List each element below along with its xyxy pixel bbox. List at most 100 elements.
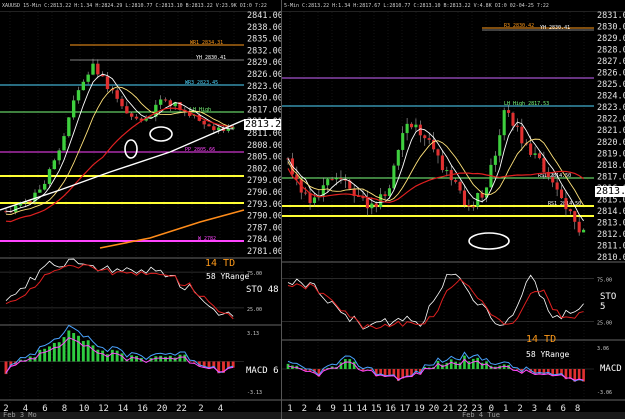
y-tick-label: 2838.00 (247, 23, 281, 33)
candle-body (38, 189, 42, 193)
candle-body (515, 125, 519, 127)
candle-body (129, 113, 134, 117)
y-tick-label: 2820.00 (247, 94, 281, 104)
level-label: WR1 2834.31 (190, 40, 223, 46)
candle-body (312, 197, 317, 203)
candle-body (423, 135, 427, 139)
level-label: YH 2830.41 (540, 25, 570, 31)
y-tick-label: 2827.00 (597, 57, 625, 67)
y-tick-label: 2825.00 (597, 80, 625, 90)
candle-body (511, 112, 515, 126)
scrollbar (0, 412, 281, 419)
candle-body (520, 126, 524, 144)
y-tick-label: 2805.00 (247, 153, 281, 163)
candle-body (529, 143, 533, 155)
candle-body (458, 181, 462, 191)
chart-pane-15min[interactable]: XAUUSD 15-Min C:2813.22 H:1.34 H:2824.29… (0, 0, 289, 419)
y-tick-label: 2823.00 (247, 82, 281, 92)
candle-body (207, 124, 211, 127)
candle-body (62, 136, 66, 151)
candle-body (440, 155, 444, 171)
candle-body (115, 90, 119, 99)
stoch-name: STO (600, 292, 617, 302)
candle-body (401, 133, 405, 150)
candle-body (498, 135, 502, 156)
y-tick-label: 2813.00 (597, 218, 625, 228)
candle-body (81, 81, 86, 91)
level-label: RS1 2814.50 (538, 173, 571, 179)
candle-body (383, 194, 387, 196)
yrange-label: 58 YRange (206, 272, 250, 281)
level-label: LH High 2817.53 (504, 101, 549, 107)
y-tick-label: 2826.00 (597, 69, 625, 79)
candle-body (304, 192, 308, 194)
candle-body (502, 110, 506, 136)
macd-label: MACD 6 (246, 366, 279, 376)
x-caption: Feb 4 Tue (462, 411, 500, 419)
y-tick-label: 2822.00 (597, 115, 625, 125)
macd-tick-label: -3.13 (247, 390, 262, 396)
stoch-name: STO (246, 285, 263, 295)
scrollbar (282, 412, 625, 419)
macd-tick-label: 3.06 (597, 346, 609, 352)
y-tick-label: 2819.00 (597, 149, 625, 159)
y-tick-label: 2808.00 (247, 141, 281, 151)
candle-body (573, 211, 577, 222)
stoch-value: 48 (267, 285, 279, 295)
y-tick-label: 2790.00 (247, 212, 281, 222)
candle-body (414, 124, 418, 128)
candle-body (71, 100, 76, 118)
candle-body (559, 189, 564, 199)
candle-body (105, 76, 110, 90)
candle-body (125, 106, 129, 114)
candle-body (533, 153, 537, 155)
chart-pane-5min[interactable]: 5-Min C:2813.22 H:1.34 H:2817.67 L:2810.… (281, 0, 625, 419)
level-label: R3 2830.42 (504, 23, 534, 29)
candle-body (163, 99, 168, 101)
candle-body (396, 149, 400, 166)
candle-body (537, 153, 542, 159)
y-tick-label: 2820.00 (597, 138, 625, 148)
level-label: PP 2805.66 (185, 147, 215, 153)
candle-body (339, 178, 343, 180)
y-tick-label: 2802.00 (247, 164, 281, 174)
candle-body (158, 99, 163, 105)
stoch-tick-label: 75.00 (597, 278, 612, 284)
candle-body (542, 158, 546, 172)
y-tick-label: 2826.00 (247, 70, 281, 80)
y-tick-label: 2787.00 (247, 223, 281, 233)
macd-tick-label: -3.06 (597, 390, 612, 396)
macd-label: MACD (600, 364, 622, 374)
candle-body (582, 229, 586, 233)
yrange-label: 58 YRange (526, 350, 570, 359)
y-tick-label: 2817.00 (597, 172, 625, 182)
y-tick-label: 2835.00 (247, 35, 281, 45)
candle-body (462, 190, 467, 206)
candle-body (202, 120, 206, 125)
y-tick-label: 2817.00 (247, 105, 281, 115)
candle-body (555, 182, 559, 190)
y-tick-label: 2793.00 (247, 200, 281, 210)
x-caption: Feb 3 Mo (3, 411, 37, 419)
candle-body (454, 180, 458, 182)
candle-body (387, 188, 392, 196)
y-tick-label: 2781.00 (247, 247, 281, 257)
annotation-ellipse (468, 232, 510, 250)
level-label: W 2782 (198, 236, 216, 242)
annotation-ellipse (124, 139, 138, 159)
price-chart[interactable]: 2831.00 2830.002829.00 2828.002827.00 2826.… (282, 0, 625, 419)
stoch-label: STO 5 (600, 292, 625, 312)
y-tick-label: 2824.00 (597, 92, 625, 102)
y-tick-label: 2829.00 (247, 58, 281, 68)
y-tick-label: 2811.00 (597, 241, 625, 251)
candle-body (568, 209, 572, 212)
y-tick-label: 2823.00 (597, 103, 625, 113)
candle-body (120, 98, 124, 107)
y-tick-label: 2832.00 (247, 46, 281, 56)
candle-body (47, 169, 52, 184)
stoch-tick-label: 25.00 (247, 307, 262, 313)
price-chart[interactable]: 2841.00 2838.00 2835.002832.00 2829.00 2826.… (0, 0, 281, 419)
candle-body (436, 149, 440, 156)
y-tick-label: 2784.00 (247, 235, 281, 245)
y-tick-label: 2831.00 (597, 11, 625, 21)
